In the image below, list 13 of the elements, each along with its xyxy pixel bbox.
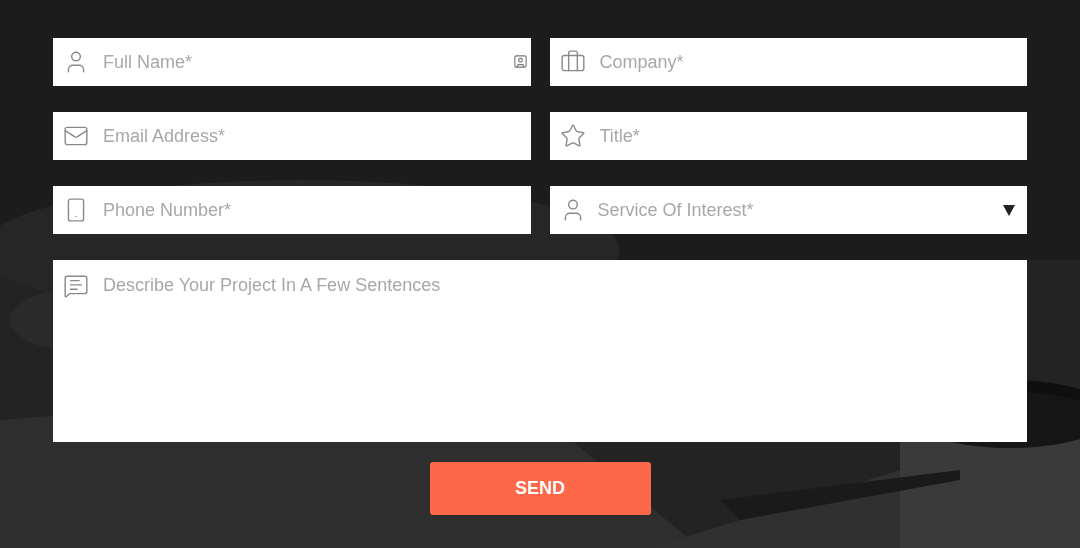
input-field[interactable]: Email Address* [53, 112, 531, 160]
input-field[interactable]: Title* [549, 112, 1027, 160]
message-field[interactable]: Describe Your Project In A Few Sentences [53, 260, 1027, 442]
contact-card-icon[interactable] [512, 54, 528, 69]
speech-bubble-icon [63, 273, 89, 299]
input-field[interactable]: Company* [549, 38, 1027, 86]
input-field[interactable]: Full Name* [53, 38, 531, 86]
select-field[interactable]: Service Of Interest* [549, 186, 1027, 234]
send-button[interactable]: SEND [429, 462, 651, 515]
select-placeholder: Service Of Interest* [597, 198, 755, 222]
star-icon [559, 123, 586, 149]
caret-icon [1003, 204, 1015, 216]
input-field[interactable]: Phone Number* [53, 186, 531, 234]
